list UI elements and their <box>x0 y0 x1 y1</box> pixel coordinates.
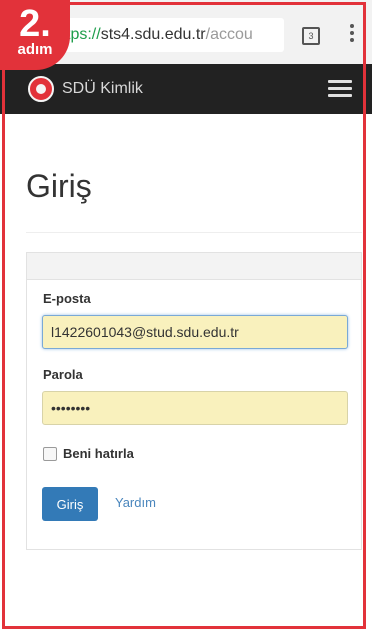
url-host: sts4.sdu.edu.tr <box>100 26 206 43</box>
panel-heading <box>27 253 361 280</box>
hamburger-menu-icon[interactable] <box>328 80 352 98</box>
url-separator: :// <box>87 26 101 43</box>
login-panel: E-posta Parola Beni hatırla Giriş Yardım <box>26 252 362 550</box>
step-label: adım <box>17 41 53 58</box>
password-field[interactable] <box>42 391 348 425</box>
help-link[interactable]: Yardım <box>115 495 156 510</box>
email-label: E-posta <box>43 291 91 306</box>
email-field[interactable] <box>42 315 348 349</box>
sdu-logo-icon[interactable] <box>28 76 54 102</box>
remember-label: Beni hatırla <box>63 446 134 461</box>
overflow-menu-icon[interactable] <box>349 24 355 46</box>
login-button[interactable]: Giriş <box>42 487 98 521</box>
url-path: /accou <box>205 26 253 43</box>
remember-checkbox[interactable] <box>43 447 57 461</box>
address-bar[interactable]: tps://sts4.sdu.edu.tr/accou <box>58 18 284 52</box>
page-title: Giriş <box>26 168 92 204</box>
step-badge: 2. adım <box>0 0 70 70</box>
tab-switcher-icon[interactable]: 3 <box>302 27 320 45</box>
step-number: 2. <box>19 3 51 45</box>
brand-name[interactable]: SDÜ Kimlik <box>62 64 143 114</box>
site-navbar: SDÜ Kimlik <box>0 64 372 114</box>
password-label: Parola <box>43 367 83 382</box>
title-divider <box>26 232 362 233</box>
